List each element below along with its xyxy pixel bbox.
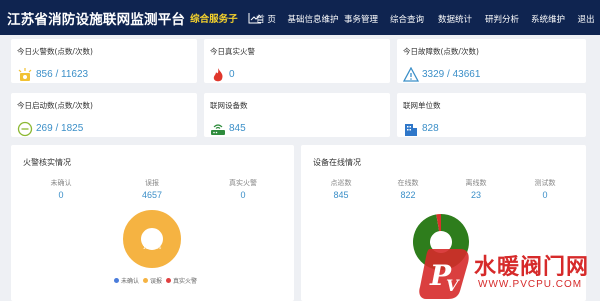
metric-value-online: 822 [400,190,416,200]
pie-slice-1[interactable] [123,210,181,268]
metric-value-unconfirmed: 0 [58,190,64,200]
card-activations: 今日启动数(点数/次数) 269 / 1825 [11,93,197,137]
watermark-text: 水暖阀门网 [474,255,590,280]
card-devices: 联网设备数 845 [204,93,390,137]
pie-percent-label: 100.0% [142,245,162,251]
metric-label-unconfirmed: 未确认 [50,179,72,187]
metric-value-patrol: 845 [333,190,349,200]
card-title: 联网设备数 [210,101,248,110]
card-value: 845 [229,123,246,134]
watermark-url: WWW.PVCPU.COM [478,279,583,290]
router-icon [211,124,225,135]
card-fire-alarms: 今日火警数(点数/次数) 856 / 11623 [11,39,197,83]
flame-icon [213,68,223,82]
card-real-fires: 今日真实火警 0 [204,39,390,83]
nav-system[interactable]: 系统维护 [531,13,565,25]
nav-basic-info[interactable]: 基础信息维护 [287,13,338,25]
card-title: 今日故障数(点数/次数) [403,47,479,56]
watermark-logo-icon: P V [419,249,469,299]
nav-home[interactable]: 首 页 [256,13,276,25]
metric-label-patrol: 点巡数 [330,179,352,187]
card-title: 今日启动数(点数/次数) [17,101,93,110]
svg-text:V: V [446,276,460,295]
minus-circle-icon [17,121,33,137]
metric-label-offline: 离线数 [465,179,487,187]
panel-title: 设备在线情况 [313,158,361,167]
warning-triangle-icon [403,67,419,82]
legend-dot-unconfirmed [114,278,119,283]
panel-title: 火警核实情况 [23,158,71,167]
metric-label-online: 在线数 [397,179,419,187]
legend-label: 未确认 [121,278,140,285]
legend-dot-real-fire [166,278,172,283]
top-bar: 江苏省消防设施联网监测平台 综合服务子 首 页 基础信息维护 事务管理 综合查询… [0,0,600,35]
fire-pie-chart [123,210,181,268]
building-icon [405,124,417,136]
card-value: 828 [422,123,439,134]
metric-value-offline: 23 [470,190,482,200]
card-faults: 今日故障数(点数/次数) 3329 / 43661 [397,39,586,83]
nav-affairs[interactable]: 事务管理 [344,13,378,25]
metric-label-test: 测试数 [534,179,556,187]
app-title: 江苏省消防设施联网监测平台 [7,11,186,28]
card-value: 856 / 11623 [36,69,89,80]
app-subtitle: 综合服务子 [190,13,238,25]
fire-verification-panel: 火警核实情况 未确认 0 误报 4657 真实火警 0 100.0% 未确认 误… [11,145,294,301]
metric-value-false-alarm: 4657 [141,190,163,200]
metric-value-test: 0 [542,190,548,200]
card-title: 今日火警数(点数/次数) [17,47,93,56]
nav-analysis[interactable]: 研判分析 [485,13,519,25]
watermark: P V 水暖阀门网 WWW.PVCPU.COM [416,245,594,301]
legend-dot-false-alarm [143,278,149,283]
card-units: 联网单位数 828 [397,93,586,137]
card-value: 269 / 1825 [36,123,84,134]
metric-value-real-fire: 0 [240,190,246,200]
nav-logout[interactable]: 退出 [577,13,594,25]
card-title: 联网单位数 [403,101,441,110]
nav-statistics[interactable]: 数据统计 [438,13,472,25]
fire-pie-legend: 未确认 误报 真实火警 [110,276,197,285]
card-value: 0 [229,69,235,80]
metric-label-false-alarm: 误报 [145,179,159,187]
card-value: 3329 / 43661 [422,69,481,80]
metric-label-real-fire: 真实火警 [229,179,257,187]
fire-alarm-icon [18,68,32,81]
legend-label: 真实火警 [173,278,198,285]
nav-query[interactable]: 综合查询 [390,13,424,25]
card-title: 今日真实火警 [210,47,255,56]
legend-label: 误报 [150,278,163,285]
